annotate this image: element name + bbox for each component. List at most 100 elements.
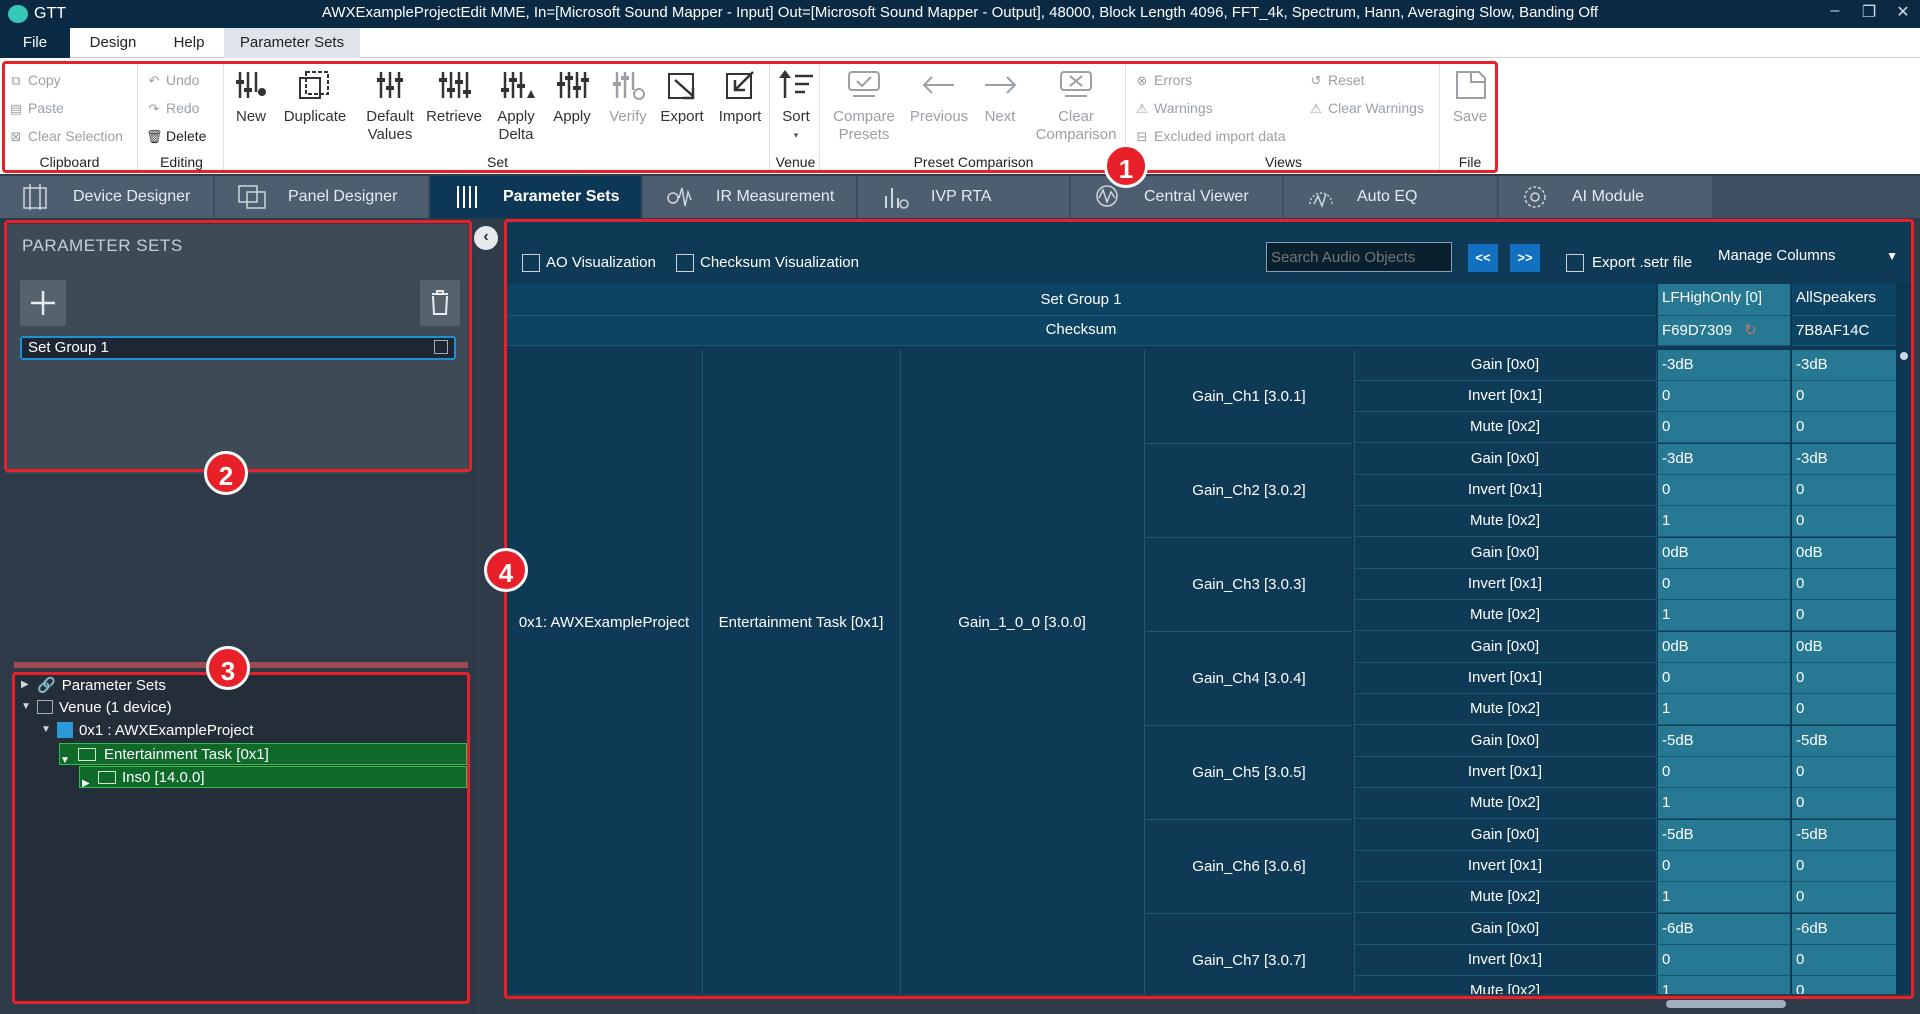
tab-panel-designer[interactable]: Panel Designer (215, 176, 429, 218)
undo-button[interactable]: ↶ Undo (146, 68, 200, 92)
tab-auto-eq[interactable]: Auto EQ (1284, 176, 1498, 218)
search-audio-objects-input[interactable] (1266, 242, 1452, 272)
value-cell[interactable]: 0 (1792, 976, 1896, 994)
warnings-button[interactable]: ⚠ Warnings (1134, 96, 1212, 120)
export-button[interactable]: Export (654, 68, 710, 126)
value-cell[interactable]: 0 (1792, 882, 1896, 913)
previous-button[interactable]: Previous (906, 68, 972, 126)
value-cell[interactable]: 1 (1658, 976, 1790, 994)
value-cell[interactable]: 0 (1792, 381, 1896, 412)
value-cell[interactable]: 1 (1658, 788, 1790, 819)
tab-parameter-sets[interactable]: Parameter Sets (430, 176, 642, 218)
excluded-import-data-button[interactable]: ⊟ Excluded import data (1134, 124, 1286, 148)
retrieve-button[interactable]: Retrieve (422, 68, 486, 126)
add-set-group-button[interactable] (20, 280, 66, 326)
value-cell[interactable]: -6dB (1792, 914, 1896, 945)
manage-columns-dropdown[interactable]: Manage Columns ▼ (1706, 242, 1906, 270)
clear-comparison-button[interactable]: Clear Comparison (1030, 68, 1122, 144)
paste-button[interactable]: ▤ Paste (8, 96, 64, 120)
apply-button[interactable]: Apply (544, 68, 600, 126)
value-cell[interactable]: 1 (1658, 600, 1790, 631)
collapse-arrow-icon[interactable]: ▼ (21, 701, 31, 712)
import-button[interactable]: Import (712, 68, 768, 126)
default-values-button[interactable]: Default Values (354, 68, 426, 144)
clear-selection-button[interactable]: ⊠ Clear Selection (8, 124, 123, 148)
set-group-item[interactable]: Set Group 1 (20, 336, 456, 360)
collapse-arrow-icon[interactable]: ▼ (41, 724, 51, 735)
expand-arrow-icon[interactable]: ▶ (82, 773, 90, 795)
tree-node-ins0[interactable]: ▶ Ins0 [14.0.0] (79, 766, 467, 789)
value-cell[interactable]: 0 (1658, 412, 1790, 443)
value-cell[interactable]: 0 (1792, 694, 1896, 725)
value-cell[interactable]: 0 (1658, 475, 1790, 506)
value-cell[interactable]: 0 (1792, 475, 1896, 506)
value-cell[interactable]: 0dB (1658, 632, 1790, 663)
value-cell[interactable]: -3dB (1658, 444, 1790, 475)
value-cell[interactable]: 0 (1792, 600, 1896, 631)
refresh-icon[interactable]: ↻ (1744, 322, 1757, 339)
value-cell[interactable]: -5dB (1792, 726, 1896, 757)
value-cell[interactable]: -5dB (1658, 820, 1790, 851)
delete-button[interactable]: 🗑 Delete (146, 124, 206, 148)
value-cell[interactable]: 0dB (1792, 538, 1896, 569)
value-cell[interactable]: -5dB (1658, 726, 1790, 757)
value-cell[interactable]: 0 (1792, 788, 1896, 819)
value-cell[interactable]: 0 (1658, 381, 1790, 412)
sort-button[interactable]: Sort ▾ (772, 68, 820, 144)
menu-help[interactable]: Help (156, 28, 222, 58)
value-cell[interactable]: -3dB (1792, 444, 1896, 475)
tab-ivp-rta[interactable]: IVP RTA (858, 176, 1070, 218)
tab-ir-measurement[interactable]: IR Measurement (643, 176, 857, 218)
value-cell[interactable]: 0dB (1792, 632, 1896, 663)
menu-design[interactable]: Design (76, 28, 150, 58)
export-setr-checkbox[interactable] (1566, 254, 1584, 272)
value-cell[interactable]: 0 (1658, 945, 1790, 976)
collapse-arrow-icon[interactable]: ▼ (60, 750, 70, 772)
value-cell[interactable]: -5dB (1792, 820, 1896, 851)
tab-device-designer[interactable]: Device Designer (0, 176, 214, 218)
tree-node-parameter-sets[interactable]: 🔗 Parameter Sets (37, 675, 166, 697)
next-button[interactable]: Next (972, 68, 1028, 126)
value-cell[interactable]: 1 (1658, 882, 1790, 913)
horizontal-scrollbar[interactable] (1666, 1000, 1786, 1008)
column-header-allspeakers[interactable]: AllSpeakers (1792, 284, 1896, 316)
value-cell[interactable]: 0 (1658, 851, 1790, 882)
copy-button[interactable]: ⧉ Copy (8, 68, 60, 92)
duplicate-set-button[interactable]: Duplicate (278, 68, 352, 126)
value-cell[interactable]: -3dB (1792, 350, 1896, 381)
maximize-button[interactable]: ❐ (1854, 2, 1884, 24)
save-button[interactable]: Save (1442, 68, 1498, 126)
value-cell[interactable]: 0 (1792, 412, 1896, 443)
value-cell[interactable]: 1 (1658, 694, 1790, 725)
column-header-lfhighonly[interactable]: LFHighOnly [0] (1658, 284, 1790, 316)
previous-column-button[interactable]: << (1468, 244, 1498, 272)
value-cell[interactable]: 0 (1792, 569, 1896, 600)
value-cell[interactable]: 0 (1792, 663, 1896, 694)
value-cell[interactable]: 0dB (1658, 538, 1790, 569)
tab-central-viewer[interactable]: Central Viewer (1071, 176, 1283, 218)
value-cell[interactable]: 1 (1658, 506, 1790, 537)
tree-node-device[interactable]: 0x1 : AWXExampleProject (57, 720, 254, 742)
menu-file[interactable]: File (0, 28, 70, 58)
value-cell[interactable]: 0 (1658, 757, 1790, 788)
reset-button[interactable]: ↺ Reset (1308, 68, 1365, 92)
apply-delta-button[interactable]: Apply Delta (488, 68, 544, 144)
errors-button[interactable]: ⊗ Errors (1134, 68, 1193, 92)
delete-set-group-button[interactable] (420, 280, 460, 326)
redo-button[interactable]: ↷ Redo (146, 96, 200, 120)
expand-arrow-icon[interactable]: ▶ (21, 679, 29, 690)
value-cell[interactable]: 0 (1792, 757, 1896, 788)
value-cell[interactable]: 0 (1792, 851, 1896, 882)
value-cell[interactable]: -3dB (1658, 350, 1790, 381)
value-cell[interactable]: 0 (1658, 663, 1790, 694)
compare-presets-button[interactable]: Compare Presets (822, 68, 906, 144)
verify-button[interactable]: Verify (600, 68, 656, 126)
value-cell[interactable]: -6dB (1658, 914, 1790, 945)
checksum-visualization-checkbox[interactable] (676, 254, 694, 272)
tab-ai-module[interactable]: AI Module (1499, 176, 1713, 218)
minimize-button[interactable]: – (1820, 2, 1850, 24)
value-cell[interactable]: 0 (1792, 945, 1896, 976)
next-column-button[interactable]: >> (1510, 244, 1540, 272)
tree-node-entertainment-task[interactable]: ▼ Entertainment Task [0x1] (59, 743, 467, 766)
vertical-scrollbar[interactable] (1896, 284, 1912, 994)
